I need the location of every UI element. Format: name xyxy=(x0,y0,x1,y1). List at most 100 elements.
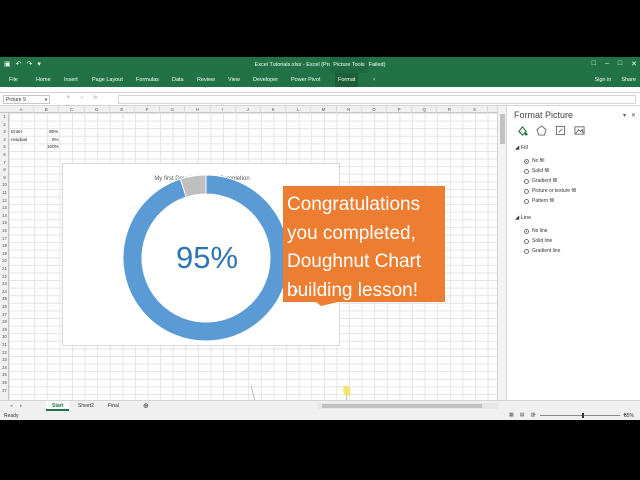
column-header-n[interactable]: N xyxy=(337,106,362,113)
no-fill-option[interactable]: No fill xyxy=(524,158,545,164)
column-header-q[interactable]: Q xyxy=(412,106,438,113)
cell-b4[interactable]: 5% xyxy=(52,136,59,143)
page-layout-view-icon[interactable]: ▤ xyxy=(520,412,525,418)
column-header-i[interactable]: I xyxy=(211,106,236,113)
zoom-level[interactable]: 85% xyxy=(624,413,634,419)
row-header-10[interactable]: 10 xyxy=(0,181,9,189)
row-header-17[interactable]: 17 xyxy=(0,235,9,243)
row-header-23[interactable]: 23 xyxy=(0,280,9,288)
worksheet-grid[interactable]: ABCDEFGHIJKLMNOPQRS 1 2 3 4 5 6 7 8 9 10 11 12 13 14 1… xyxy=(0,106,497,400)
row-header-16[interactable]: 16 xyxy=(0,227,9,235)
radio-icon[interactable] xyxy=(524,188,529,194)
no-line-option[interactable]: No line xyxy=(524,228,548,234)
row-header-26[interactable]: 26 xyxy=(0,303,9,311)
chevron-down-icon[interactable]: ▼ xyxy=(44,97,48,102)
row-header-9[interactable]: 9 xyxy=(0,174,9,182)
row-header-21[interactable]: 21 xyxy=(0,265,9,273)
row-header-1[interactable]: 1 xyxy=(0,113,9,121)
column-header-e[interactable]: E xyxy=(110,106,135,113)
minimize-icon[interactable]: – xyxy=(605,60,609,68)
sheet-tab-start[interactable]: Start xyxy=(46,401,70,411)
radio-selected-icon[interactable] xyxy=(524,228,529,234)
row-header-30[interactable]: 30 xyxy=(0,333,9,341)
solid-line-option[interactable]: Solid line xyxy=(524,238,552,244)
tell-me-icon[interactable]: ♀ xyxy=(372,77,376,83)
gradient-fill-option[interactable]: Gradient fill xyxy=(524,178,557,184)
row-header-35[interactable]: 35 xyxy=(0,371,9,379)
column-header-k[interactable]: K xyxy=(261,106,287,113)
tab-formulas[interactable]: Formulas xyxy=(136,77,159,83)
vertical-scroll-thumb[interactable] xyxy=(500,114,505,144)
radio-icon[interactable] xyxy=(524,248,529,254)
column-header-p[interactable]: P xyxy=(387,106,413,113)
insert-function-icon[interactable]: fx xyxy=(93,95,97,101)
radio-icon[interactable] xyxy=(524,198,529,204)
picture-icon[interactable] xyxy=(574,125,585,136)
row-header-3[interactable]: 3 xyxy=(0,128,9,136)
radio-icon[interactable] xyxy=(524,178,529,184)
sign-in-link[interactable]: Sign in xyxy=(594,77,611,83)
row-header-27[interactable]: 27 xyxy=(0,311,9,319)
tab-review[interactable]: Review xyxy=(197,77,215,83)
sheet-tab-final[interactable]: Final xyxy=(102,401,125,411)
column-header-a[interactable]: A xyxy=(9,106,35,113)
row-header-4[interactable]: 4 xyxy=(0,136,9,144)
radio-icon[interactable] xyxy=(524,168,529,174)
column-header-c[interactable]: C xyxy=(59,106,85,113)
tab-home[interactable]: Home xyxy=(36,77,51,83)
ribbon-display-icon[interactable]: □ xyxy=(592,60,596,68)
row-header-32[interactable]: 32 xyxy=(0,349,9,357)
cell-a3[interactable]: Enter xyxy=(11,128,22,135)
column-header-f[interactable]: F xyxy=(135,106,161,113)
formula-input[interactable] xyxy=(118,95,636,104)
effects-icon[interactable] xyxy=(536,125,547,136)
tab-insert[interactable]: Insert xyxy=(64,77,78,83)
pane-close-icon[interactable]: ✕ xyxy=(631,112,636,119)
row-header-34[interactable]: 34 xyxy=(0,364,9,372)
fill-section-header[interactable]: ◢ Fill xyxy=(515,145,528,151)
tab-file[interactable]: File xyxy=(9,77,18,83)
column-header-g[interactable]: G xyxy=(160,106,186,113)
tab-view[interactable]: View xyxy=(228,77,240,83)
column-header-h[interactable]: H xyxy=(185,106,211,113)
row-header-24[interactable]: 24 xyxy=(0,288,9,296)
row-header-25[interactable]: 25 xyxy=(0,295,9,303)
picture-texture-fill-option[interactable]: Picture or texture fill xyxy=(524,188,576,194)
normal-view-icon[interactable]: ▦ xyxy=(509,412,514,418)
enter-icon[interactable]: ✓ xyxy=(80,95,85,101)
zoom-slider-knob[interactable] xyxy=(582,413,584,418)
pattern-fill-option[interactable]: Pattern fill xyxy=(524,198,554,204)
column-header-d[interactable]: D xyxy=(85,106,110,113)
donut-picture[interactable] xyxy=(222,386,350,400)
cancel-icon[interactable]: ✕ xyxy=(66,95,71,101)
row-header-28[interactable]: 28 xyxy=(0,318,9,326)
row-header-8[interactable]: 8 xyxy=(0,166,9,174)
line-section-header[interactable]: ◢ Line xyxy=(515,215,531,221)
name-box[interactable]: Picture 9 ▼ xyxy=(3,95,50,104)
tab-page-layout[interactable]: Page Layout xyxy=(92,77,123,83)
share-button[interactable]: Share xyxy=(621,77,636,83)
row-header-33[interactable]: 33 xyxy=(0,356,9,364)
column-header-r[interactable]: R xyxy=(437,106,463,113)
tab-developer[interactable]: Developer xyxy=(253,77,278,83)
cell-a4[interactable]: residual xyxy=(11,136,27,143)
tab-scroll-right-icon[interactable]: ▸ xyxy=(14,401,29,411)
maximize-icon[interactable]: □ xyxy=(618,60,622,68)
radio-selected-icon[interactable] xyxy=(524,158,529,164)
row-header-7[interactable]: 7 xyxy=(0,159,9,167)
row-header-15[interactable]: 15 xyxy=(0,219,9,227)
row-header-13[interactable]: 13 xyxy=(0,204,9,212)
horizontal-scroll-thumb[interactable] xyxy=(322,404,482,408)
gradient-line-option[interactable]: Gradient line xyxy=(524,248,560,254)
column-header-o[interactable]: O xyxy=(362,106,387,113)
radio-icon[interactable] xyxy=(524,238,529,244)
row-header-12[interactable]: 12 xyxy=(0,197,9,205)
row-header-18[interactable]: 18 xyxy=(0,242,9,250)
row-header-36[interactable]: 36 xyxy=(0,379,9,387)
row-header-11[interactable]: 11 xyxy=(0,189,9,197)
row-header-19[interactable]: 19 xyxy=(0,250,9,258)
fill-line-icon[interactable] xyxy=(517,125,528,136)
row-header-37[interactable]: 37 xyxy=(0,387,9,395)
row-header-6[interactable]: 6 xyxy=(0,151,9,159)
sheet-tab-sheet2[interactable]: Sheet2 xyxy=(72,401,100,411)
